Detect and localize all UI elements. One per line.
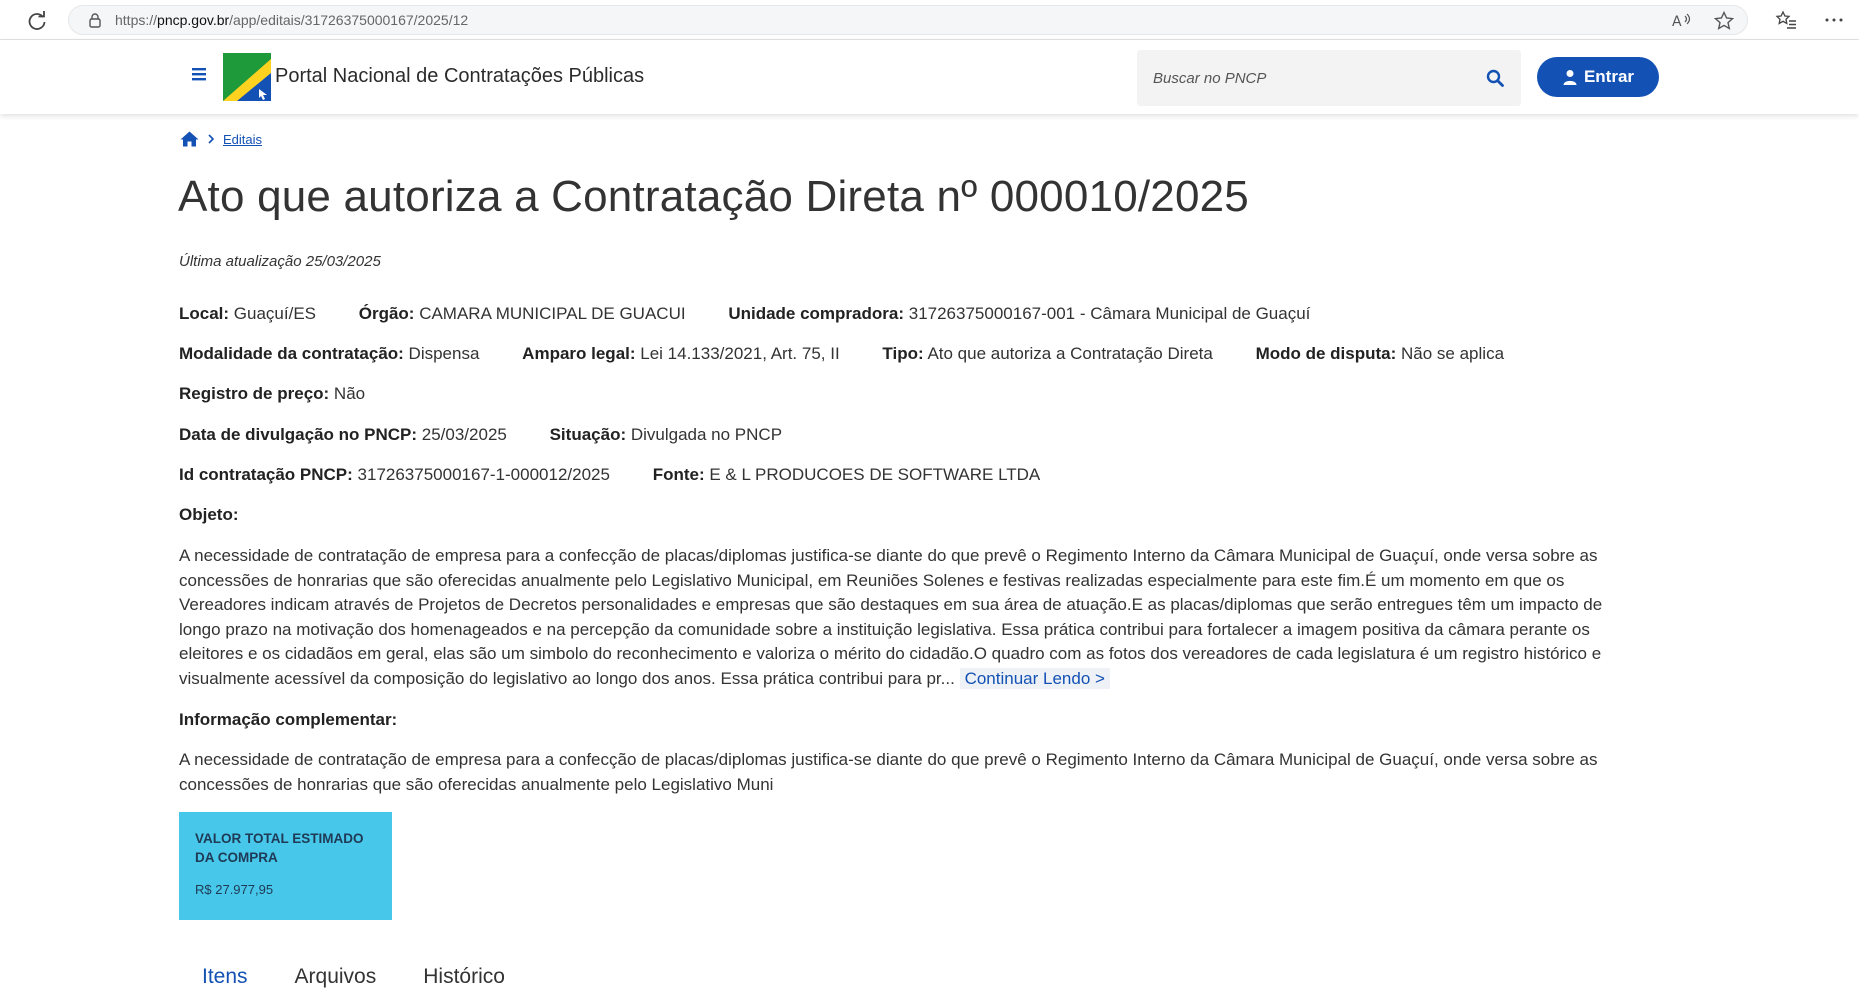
login-label: Entrar [1583, 67, 1635, 86]
site-header: Portal Nacional de Contratações Públicas… [0, 40, 1859, 114]
favorite-star-icon[interactable] [1713, 10, 1735, 32]
field-registro-preco: Registro de preço: Não [179, 384, 366, 403]
address-bar[interactable]: https://pncp.gov.br/app/editais/31726375… [68, 5, 1748, 35]
favorites-list-icon[interactable] [1775, 9, 1797, 31]
page-title: Ato que autoriza a Contratação Direta nº… [178, 172, 1249, 221]
valor-total-label: VALOR TOTAL ESTIMADO DA COMPRA [195, 831, 364, 865]
breadcrumb-editais-link[interactable]: Editais [223, 132, 262, 147]
pncp-logo-icon[interactable] [223, 53, 271, 101]
continue-reading-link[interactable]: Continuar Lendo > [959, 667, 1110, 689]
chevron-right-icon [208, 134, 215, 144]
info-row-1: Local: Guaçuí/ES Órgão: CAMARA MUNICIPAL… [179, 304, 1348, 324]
portal-title[interactable]: Portal Nacional de Contratações Públicas [275, 65, 644, 88]
url-text[interactable]: https://pncp.gov.br/app/editais/31726375… [115, 12, 468, 28]
field-modo-disputa: Modo de disputa: Não se aplica [1255, 344, 1505, 363]
search-icon[interactable] [1485, 68, 1505, 88]
menu-icon[interactable] [190, 65, 208, 83]
info-complementar-text: A necessidade de contratação de empresa … [179, 750, 1598, 794]
objeto-label: Objeto: [179, 505, 239, 524]
valor-total-card: VALOR TOTAL ESTIMADO DA COMPRA R$ 27.977… [179, 812, 392, 920]
tab-itens[interactable]: Itens [202, 965, 248, 990]
info-row-5: Id contratação PNCP: 31726375000167-1-00… [179, 465, 1078, 485]
user-icon [1563, 70, 1577, 85]
tab-historico[interactable]: Histórico [423, 965, 505, 990]
svg-text:A: A [1672, 14, 1682, 30]
field-id-contratacao: Id contratação PNCP: 31726375000167-1-00… [179, 465, 610, 484]
reload-icon[interactable] [25, 9, 49, 33]
field-fonte: Fonte: E & L PRODUCOES DE SOFTWARE LTDA [652, 465, 1041, 484]
field-unidade-compradora: Unidade compradora: 31726375000167-001 -… [728, 304, 1311, 323]
search-input[interactable] [1153, 65, 1483, 91]
field-modalidade: Modalidade da contratação: Dispensa [179, 344, 480, 363]
info-row-4: Data de divulgação no PNCP: 25/03/2025 S… [179, 425, 820, 445]
search-box [1137, 50, 1521, 106]
read-aloud-icon[interactable]: A [1671, 10, 1693, 32]
field-data-divulgacao: Data de divulgação no PNCP: 25/03/2025 [179, 425, 507, 444]
valor-total-value: R$ 27.977,95 [195, 882, 274, 897]
info-row-3: Registro de preço: Não [179, 384, 403, 404]
field-orgao: Órgão: CAMARA MUNICIPAL DE GUACUI [358, 304, 686, 323]
tab-arquivos[interactable]: Arquivos [295, 965, 377, 990]
login-button[interactable]: Entrar [1537, 57, 1659, 97]
field-local: Local: Guaçuí/ES [179, 304, 316, 323]
detail-tabs: Itens Arquivos Histórico [202, 965, 505, 990]
info-row-2: Modalidade da contratação: Dispensa Ampa… [179, 344, 1542, 364]
info-complementar-label: Informação complementar: [179, 710, 398, 729]
field-tipo: Tipo: Ato que autoriza a Contratação Dir… [882, 344, 1213, 363]
objeto-text: A necessidade de contratação de empresa … [179, 546, 1603, 688]
last-update: Última atualização 25/03/2025 [179, 253, 381, 270]
breadcrumb: Editais [180, 131, 262, 147]
objeto-text-block: A necessidade de contratação de empresa … [179, 544, 1644, 691]
field-situacao: Situação: Divulgada no PNCP [549, 425, 783, 444]
home-icon[interactable] [180, 131, 199, 147]
lock-icon[interactable] [87, 12, 103, 28]
field-amparo-legal: Amparo legal: Lei 14.133/2021, Art. 75, … [522, 344, 840, 363]
more-options-icon[interactable] [1823, 9, 1845, 31]
browser-toolbar: https://pncp.gov.br/app/editais/31726375… [0, 0, 1859, 40]
